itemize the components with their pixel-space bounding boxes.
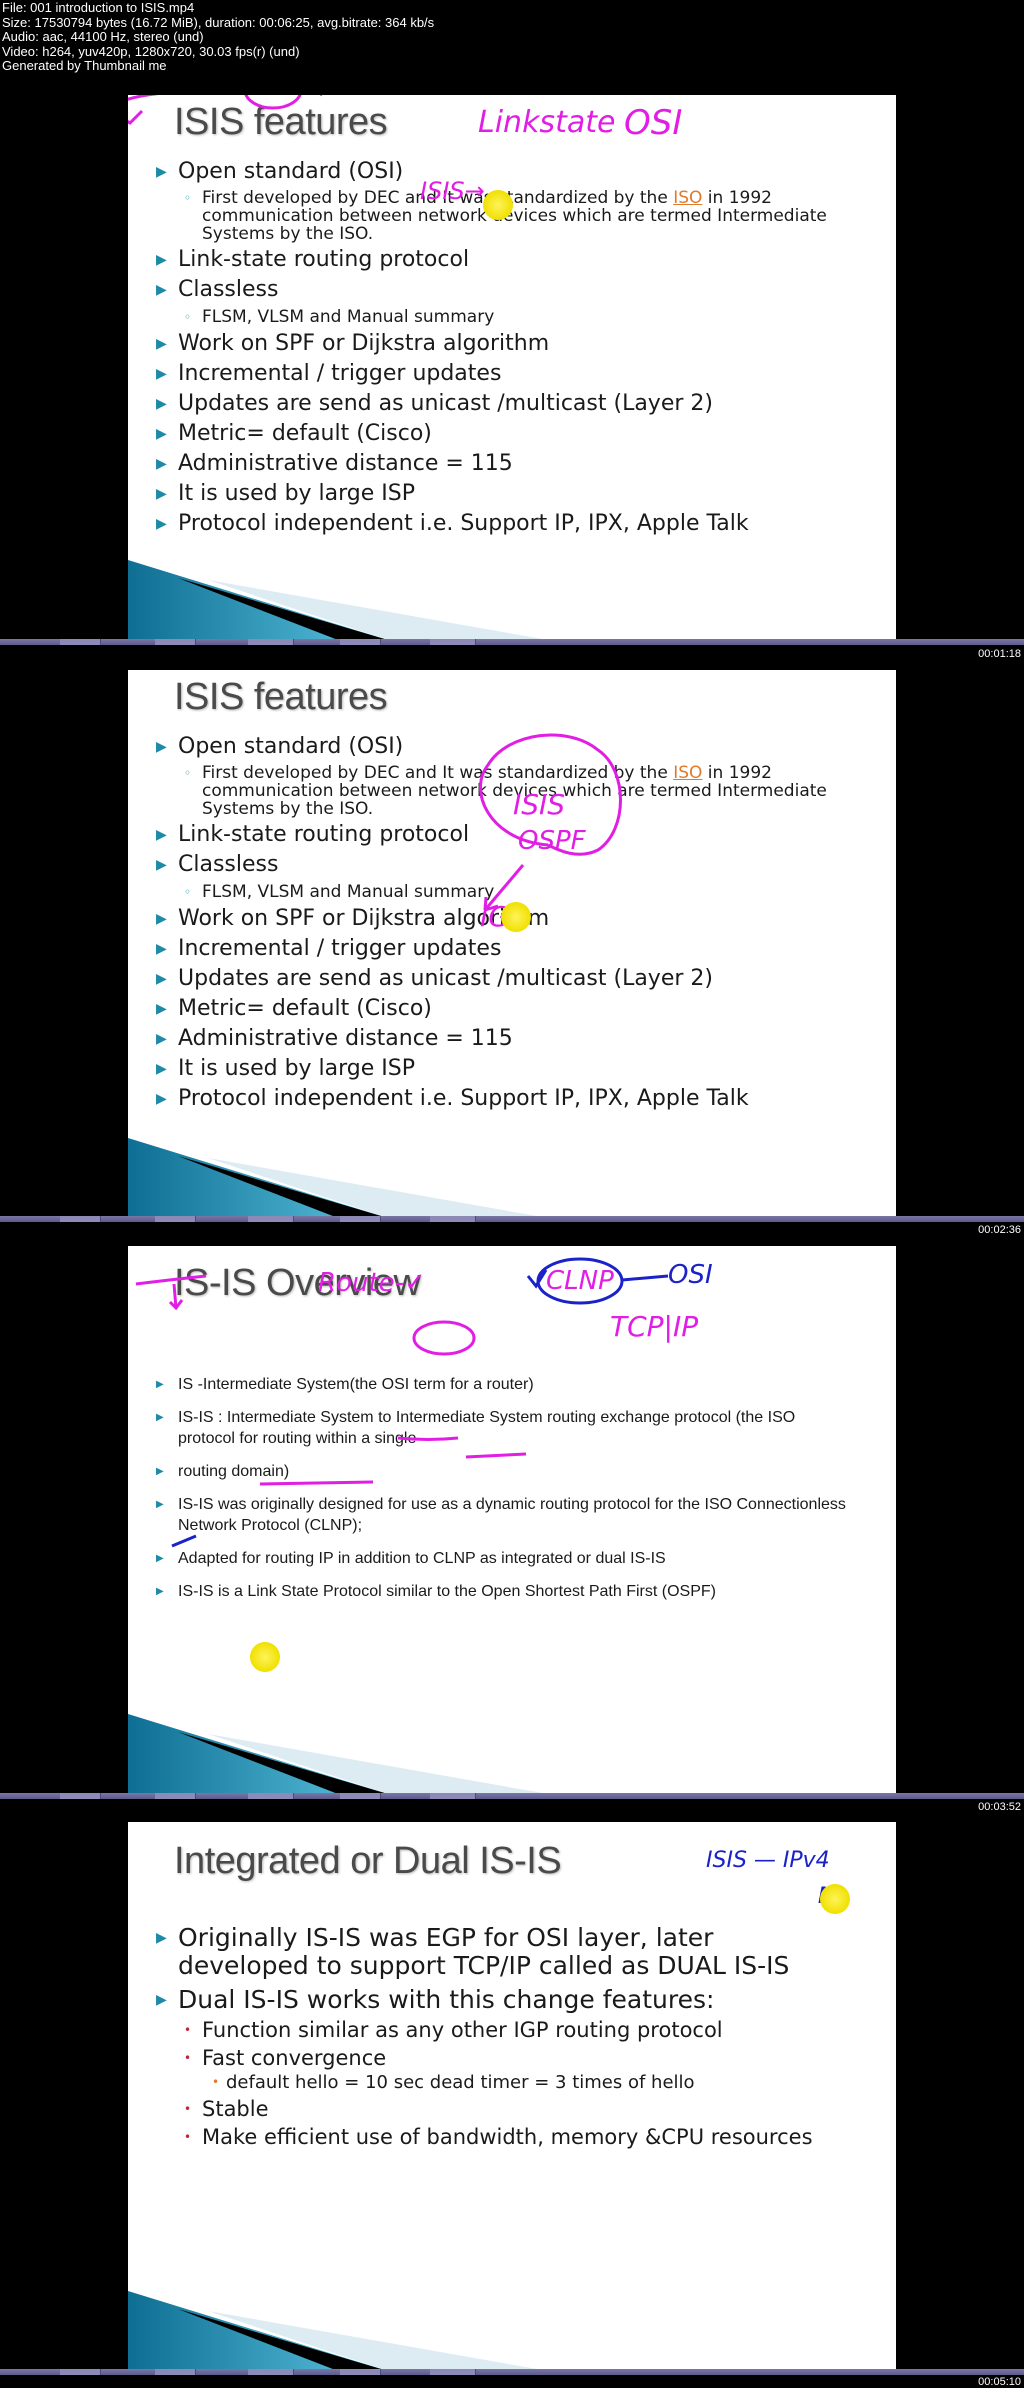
slide-title: Integrated or Dual IS-IS	[174, 1840, 562, 1882]
pointer-highlight-icon	[820, 1884, 850, 1914]
list-item: • Function similar as any other IGP routi…	[184, 2018, 723, 2042]
triangle-bullet-icon: ▶	[156, 1992, 167, 2008]
slide-decoration-swoosh	[128, 2291, 548, 2371]
annotation-isis-ipv4: ISIS — IPv4	[706, 1848, 830, 1873]
bullet-list: ▶ Originally IS-IS was EGP for OSI layer,…	[154, 1923, 876, 2150]
taskbar-strip	[0, 2369, 1024, 2375]
dot-bullet-icon: •	[184, 2051, 192, 2065]
list-item: • Make efficient use of bandwidth, memory…	[184, 2125, 813, 2149]
triangle-bullet-icon: ▶	[156, 1930, 167, 1946]
thumbnail-frame-4: Integrated or Dual IS-IS ▶ Originally IS-…	[0, 0, 1024, 2388]
dot-bullet-icon: •	[184, 2130, 192, 2144]
list-item: • default hello = 10 sec dead timer = 3 t…	[212, 2072, 695, 2093]
list-item: ▶ Originally IS-IS was EGP for OSI layer,…	[156, 1923, 790, 1980]
list-item: • Fast convergence	[184, 2046, 387, 2070]
frame-timestamp: 00:05:10	[978, 2376, 1021, 2388]
list-item: • Stable	[184, 2097, 269, 2121]
dot-bullet-icon: •	[184, 2102, 192, 2116]
dot-bullet-icon: •	[184, 2023, 192, 2037]
dot-bullet-icon: •	[212, 2075, 220, 2089]
slide: Integrated or Dual IS-IS ▶ Originally IS-…	[128, 1822, 896, 2371]
list-item: ▶ Dual IS-IS works with this change featu…	[156, 1985, 715, 2014]
